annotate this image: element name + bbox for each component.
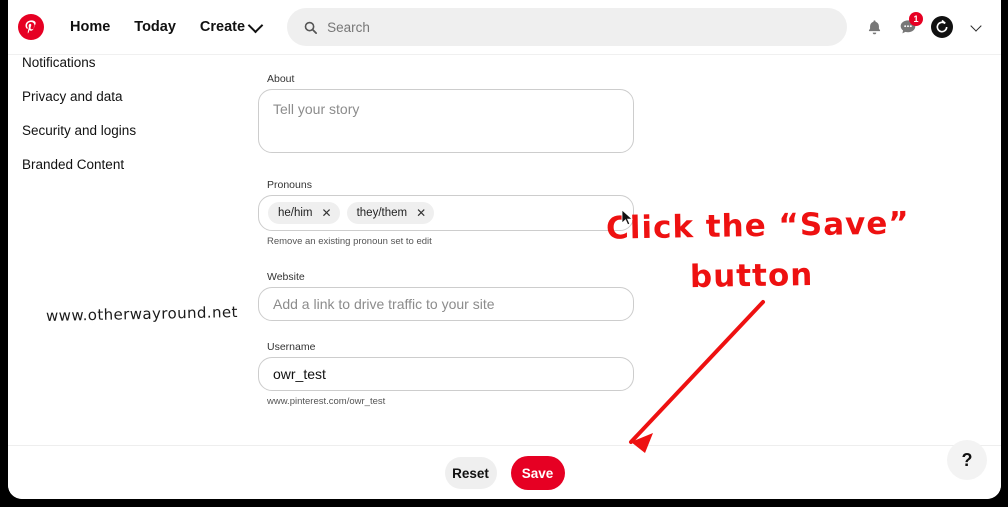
sidebar-item-label: Privacy and data (22, 89, 123, 104)
username-value: owr_test (273, 366, 326, 382)
site-watermark: www.otherwayround.net (45, 302, 238, 326)
sidebar-item-notifications[interactable]: Notifications (22, 55, 96, 70)
bell-icon (868, 19, 880, 34)
messages-badge: 1 (909, 12, 923, 26)
pronouns-field-group: Pronouns he/him ✕ they/them ✕ Remove an … (258, 179, 634, 247)
help-button[interactable]: ? (947, 440, 987, 480)
nav-item-home-label: Home (70, 19, 111, 35)
pronoun-chip-label: he/him (278, 207, 313, 219)
settings-sidebar: Notifications Privacy and data Security … (8, 55, 256, 446)
pronoun-chip[interactable]: they/them ✕ (346, 202, 435, 224)
reset-button-label: Reset (452, 465, 489, 481)
username-helper-text: www.pinterest.com/owr_test (267, 396, 386, 407)
save-button[interactable]: Save (510, 456, 565, 490)
pronouns-helper-text: Remove an existing pronoun set to edit (267, 236, 432, 247)
close-icon[interactable]: ✕ (322, 207, 332, 219)
username-label: Username (267, 341, 316, 353)
search-placeholder: Search (327, 19, 370, 35)
reset-button[interactable]: Reset (444, 457, 497, 489)
nav-item-today[interactable]: Today (122, 13, 188, 41)
search-icon (304, 21, 318, 34)
sidebar-item-label: Security and logins (22, 123, 137, 138)
username-field-group: Username owr_test www.pinterest.com/owr_… (258, 341, 634, 407)
pronouns-label: Pronouns (267, 179, 312, 191)
pronouns-input[interactable]: he/him ✕ they/them ✕ (258, 195, 634, 231)
sidebar-item-label: Branded Content (22, 157, 125, 172)
username-input[interactable]: owr_test (258, 357, 634, 391)
nav-item-create[interactable]: Create (188, 13, 273, 41)
help-button-label: ? (961, 449, 973, 470)
sidebar-item-privacy-and-data[interactable]: Privacy and data (22, 89, 123, 104)
settings-content: Notifications Privacy and data Security … (8, 54, 1001, 446)
website-input[interactable]: Add a link to drive traffic to your site (258, 287, 634, 321)
sidebar-item-security-and-logins[interactable]: Security and logins (22, 123, 136, 138)
about-textarea[interactable]: Tell your story (258, 89, 634, 153)
chevron-down-icon (247, 17, 264, 34)
nav-item-today-label: Today (134, 19, 176, 35)
pronoun-chip-label: they/them (356, 207, 408, 219)
chevron-down-icon (970, 19, 982, 32)
profile-avatar-icon (931, 16, 953, 38)
browser-window: Home Today Create Search 1 Notifications… (8, 0, 1001, 499)
nav-item-create-label: Create (199, 19, 246, 35)
search-input[interactable]: Search (287, 8, 847, 46)
sidebar-item-label: Notifications (22, 55, 96, 70)
sidebar-item-branded-content[interactable]: Branded Content (22, 157, 124, 172)
notifications-button[interactable] (857, 10, 891, 44)
account-menu-button[interactable] (959, 10, 993, 44)
form-footer: Reset Save (8, 445, 1001, 499)
app-header: Home Today Create Search 1 (8, 0, 1001, 54)
about-placeholder: Tell your story (273, 101, 360, 117)
nav-item-home[interactable]: Home (58, 13, 122, 41)
mouse-cursor-icon (621, 209, 634, 226)
about-field-group: About Tell your story (258, 73, 634, 153)
messages-button[interactable]: 1 (891, 10, 925, 44)
website-label: Website (267, 271, 305, 283)
pronoun-chip[interactable]: he/him ✕ (268, 202, 340, 224)
website-placeholder: Add a link to drive traffic to your site (273, 296, 495, 312)
website-field-group: Website Add a link to drive traffic to y… (258, 271, 634, 321)
close-icon[interactable]: ✕ (416, 207, 426, 219)
account-avatar[interactable] (925, 10, 959, 44)
pinterest-logo-icon[interactable] (18, 14, 44, 40)
save-button-label: Save (521, 465, 554, 481)
about-label: About (267, 73, 295, 85)
